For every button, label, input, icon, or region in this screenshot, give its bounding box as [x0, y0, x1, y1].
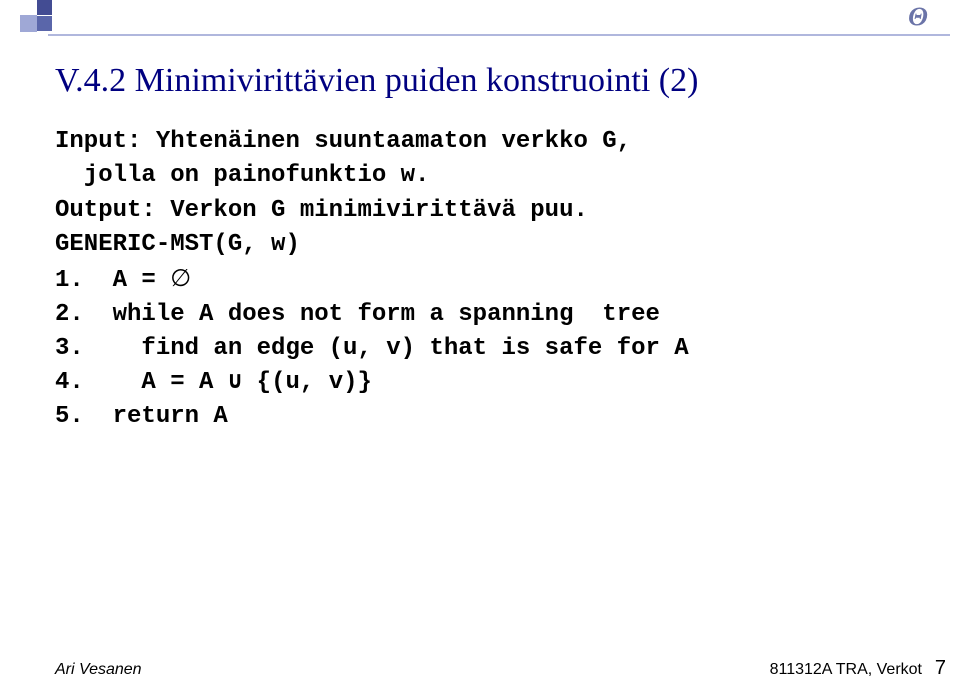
code-line: 5. return A — [55, 403, 228, 430]
deco-square — [20, 15, 37, 32]
slide-title: V.4.2 Minimivirittävien puiden konstruoi… — [55, 62, 915, 99]
deco-square — [37, 0, 52, 15]
emptyset-symbol: ∅ — [170, 265, 191, 292]
footer: Ari Vesanen 811312A TRA, Verkot 7 — [0, 649, 960, 679]
code-line: Output: Verkon G minimivirittävä puu. — [55, 197, 588, 224]
code-block: Input: Yhtenäinen suuntaamaton verkko G,… — [55, 125, 915, 434]
slide-content: V.4.2 Minimivirittävien puiden konstruoi… — [55, 62, 915, 434]
code-line: jolla on painofunktio w. — [55, 162, 429, 189]
code-line: Input: Yhtenäinen suuntaamaton verkko G, — [55, 128, 631, 155]
header-rule — [48, 34, 950, 36]
code-text: 1. A = — [55, 267, 170, 294]
theta-symbol: Θ — [908, 2, 928, 32]
deco-square — [37, 16, 52, 31]
code-line: 3. find an edge (u, v) that is safe for … — [55, 335, 689, 362]
code-line: GENERIC-MST(G, w) — [55, 231, 300, 258]
code-line: 1. A = ∅ — [55, 267, 191, 294]
footer-author: Ari Vesanen — [55, 661, 142, 679]
footer-course: 811312A TRA, Verkot — [770, 661, 922, 679]
code-line: 4. A = A ∪ {(u, v)} — [55, 369, 372, 396]
code-line: 2. while A does not form a spanning tree — [55, 301, 660, 328]
footer-page-number: 7 — [935, 657, 946, 680]
